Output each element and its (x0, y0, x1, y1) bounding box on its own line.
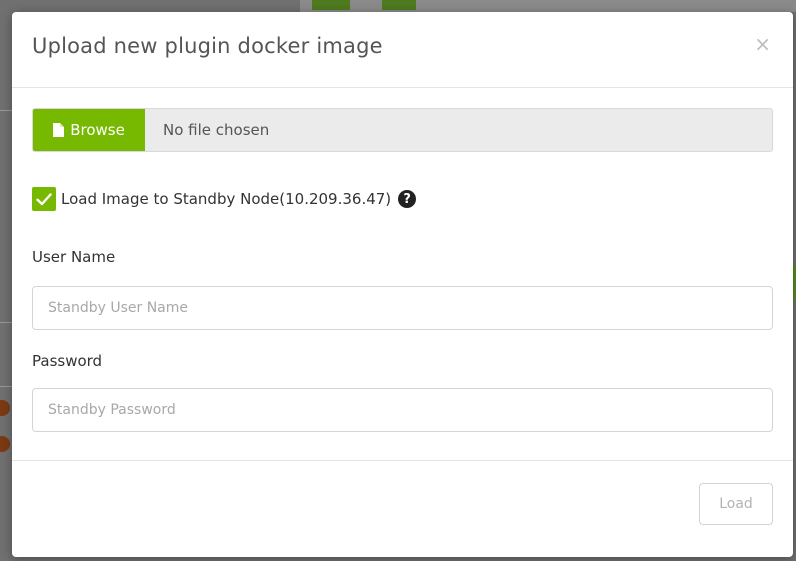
background-button (312, 0, 350, 10)
username-input[interactable] (32, 286, 773, 330)
checkmark-icon (36, 192, 52, 205)
background-status-dot (0, 400, 10, 416)
background-divider (0, 386, 12, 387)
background-divider (0, 322, 12, 323)
background-button (382, 0, 416, 10)
file-icon (53, 123, 65, 137)
browse-button-label: Browse (70, 121, 125, 139)
close-icon[interactable]: × (754, 34, 771, 54)
standby-option: Load Image to Standby Node(10.209.36.47)… (32, 186, 417, 212)
modal-title: Upload new plugin docker image (32, 34, 383, 58)
username-label: User Name (32, 248, 116, 266)
file-status-text: No file chosen (163, 121, 270, 139)
background-status-dot (0, 436, 10, 452)
background-toolbar (300, 0, 796, 12)
standby-label: Load Image to Standby Node(10.209.36.47) (61, 190, 392, 208)
modal-header: Upload new plugin docker image × (12, 12, 793, 88)
password-input[interactable] (32, 388, 773, 432)
browse-button[interactable]: Browse (33, 109, 145, 151)
standby-checkbox[interactable] (32, 187, 56, 211)
file-picker[interactable]: Browse No file chosen (32, 108, 773, 152)
upload-plugin-modal: Upload new plugin docker image × Browse … (12, 12, 793, 557)
load-button[interactable]: Load (699, 483, 773, 525)
help-icon[interactable]: ? (398, 190, 417, 208)
modal-footer: Load (12, 460, 793, 557)
background-divider (0, 110, 12, 111)
password-label: Password (32, 352, 103, 370)
